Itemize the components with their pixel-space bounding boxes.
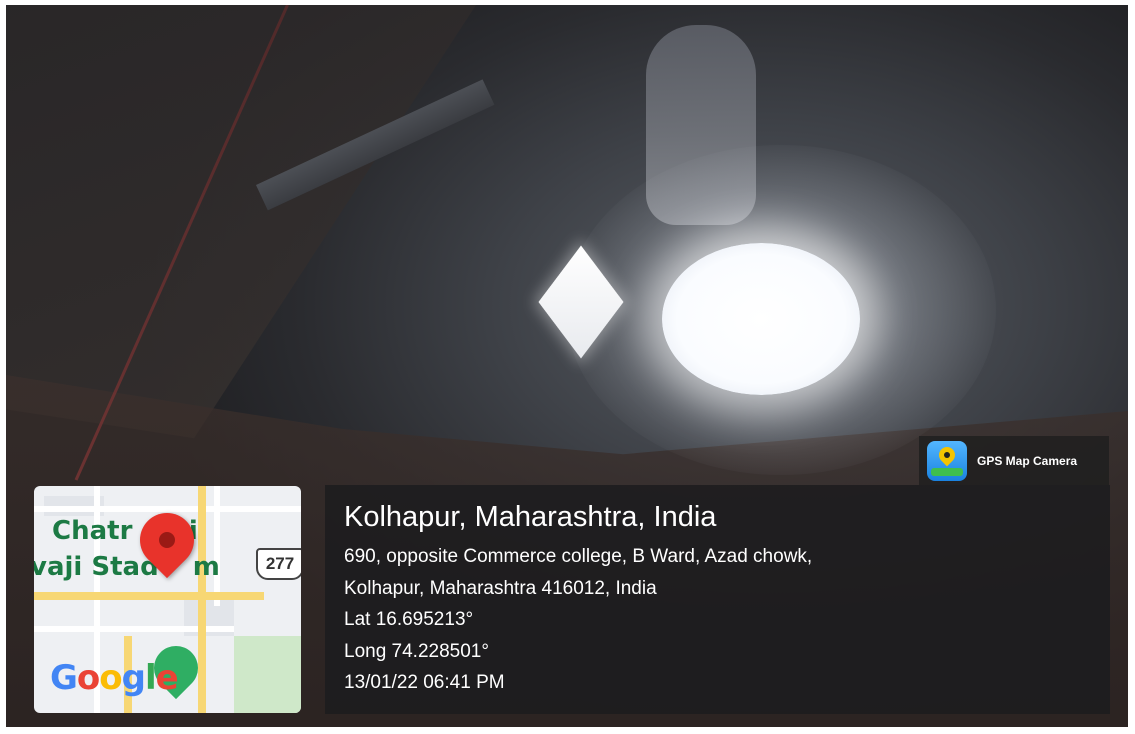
map-road [34,506,301,512]
gps-map-camera-badge: GPS Map Camera [919,436,1109,485]
map-road-major [198,486,206,713]
badge-label: GPS Map Camera [977,453,1078,468]
gps-map-camera-icon [927,440,967,481]
map-road [214,486,220,606]
google-logo: Google [50,658,179,698]
location-title: Kolhapur, Maharashtra, India [344,501,717,533]
mini-map: Chatrti vaji Stadm 277 Google [34,486,301,713]
light-bulb [662,243,860,395]
park-area [234,636,301,713]
address-line-1: 690, opposite Commerce college, B Ward, … [344,546,813,567]
address-line-2: Kolhapur, Maharashtra 416012, India [344,577,657,599]
location-info-panel: Kolhapur, Maharashtra, India 690, opposi… [325,485,1110,714]
map-road-major [34,592,264,600]
map-place-label-2: vaji Stad m [34,552,220,582]
datetime: 13/01/22 06:41 PM [344,672,505,693]
longitude: Long 74.228501° [344,640,489,662]
route-shield: 277 [256,548,301,580]
latitude: Lat 16.695213° [344,609,474,630]
